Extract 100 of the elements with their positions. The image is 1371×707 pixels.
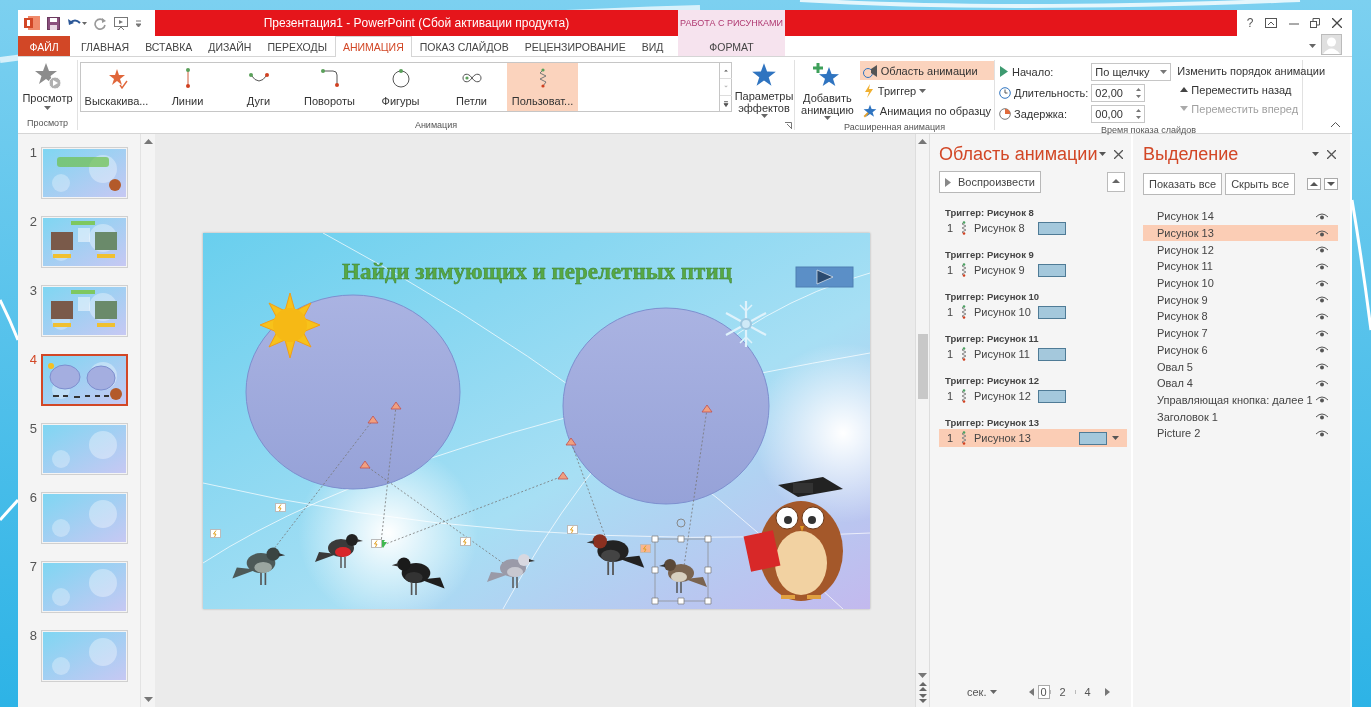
app-icon[interactable] (24, 16, 40, 30)
dialog-launcher-icon[interactable] (785, 122, 792, 129)
animation-effect[interactable]: Фигуры (365, 63, 436, 111)
animation-item[interactable]: 1 Рисунок 9 (939, 261, 1127, 279)
ribbon-display-icon[interactable] (1265, 18, 1278, 28)
animation-item[interactable]: 1 Рисунок 12 (939, 387, 1127, 405)
save-icon[interactable] (47, 16, 60, 30)
animation-effect[interactable]: Пользоват... (507, 63, 578, 111)
eye-icon[interactable] (1316, 429, 1328, 437)
ribbon-tab[interactable]: АНИМАЦИЯ (334, 36, 412, 57)
add-animation-button[interactable]: Добавить анимацию (797, 60, 858, 122)
selection-item[interactable]: Рисунок 13 (1143, 224, 1338, 242)
bring-forward-icon[interactable] (1307, 178, 1321, 190)
selection-item[interactable]: Рисунок 12 (1143, 241, 1338, 259)
trigger-button[interactable]: Триггер (859, 81, 994, 100)
eye-icon[interactable] (1316, 396, 1328, 404)
spinner-icon[interactable] (1136, 86, 1142, 99)
animation-pane-button[interactable]: Область анимации (859, 61, 994, 80)
redo-icon[interactable] (94, 16, 107, 30)
ribbon-tab[interactable]: ПЕРЕХОДЫ (259, 36, 335, 56)
customize-icon[interactable] (136, 19, 141, 27)
next-slide-icon[interactable] (918, 694, 927, 703)
bird-drawing[interactable] (232, 547, 286, 586)
ribbon-tab[interactable]: ВИД (633, 36, 672, 56)
selection-item[interactable]: Рисунок 6 (1143, 341, 1338, 359)
ribbon-tab[interactable]: РЕЦЕНЗИРОВАНИЕ (516, 36, 634, 56)
eye-icon[interactable] (1316, 413, 1328, 421)
spinner-icon[interactable] (1136, 107, 1142, 120)
slideshow-icon[interactable] (114, 16, 129, 30)
selection-item[interactable]: Рисунок 11 (1143, 258, 1338, 275)
scroll-left-icon[interactable] (1028, 688, 1035, 696)
animation-effect[interactable]: Петли (436, 63, 507, 111)
animation-painter-button[interactable]: Анимация по образцу (859, 101, 994, 120)
selection-item[interactable]: Заголовок 1 (1143, 408, 1338, 425)
unit-dropdown[interactable]: сек. (967, 686, 997, 698)
eye-icon[interactable] (1316, 346, 1328, 354)
selection-item[interactable]: Овал 5 (1143, 358, 1338, 375)
play-button[interactable]: Воспроизвести (939, 171, 1041, 193)
move-earlier-button[interactable]: Переместить назад (1177, 80, 1329, 99)
owl-drawing[interactable] (743, 477, 843, 601)
ribbon-tab[interactable]: ФОРМАТ (678, 36, 785, 56)
ribbon-tab[interactable]: ФАЙЛ (18, 36, 70, 56)
send-backward-icon[interactable] (1324, 178, 1338, 190)
ribbon-tab[interactable]: ДИЗАЙН (200, 36, 260, 56)
bird-drawing[interactable] (586, 534, 645, 576)
selection-item[interactable]: Овал 4 (1143, 374, 1338, 392)
bird-drawing[interactable] (315, 534, 363, 569)
selection-item[interactable]: Рисунок 14 (1143, 208, 1338, 225)
previous-slide-icon[interactable] (918, 682, 927, 691)
preview-button[interactable]: Просмотр (20, 60, 75, 112)
hide-all-button[interactable]: Скрыть все (1225, 173, 1296, 195)
duration-field[interactable]: 02,00 (1091, 83, 1146, 102)
animation-item[interactable]: 1 Рисунок 13 (939, 429, 1127, 447)
eye-icon[interactable] (1316, 296, 1328, 304)
animation-effect[interactable]: Линии (152, 63, 223, 111)
selection-item[interactable]: Picture 2 (1143, 424, 1338, 442)
slide-thumbnail[interactable] (41, 354, 128, 406)
eye-icon[interactable] (1316, 312, 1328, 320)
selection-item[interactable]: Рисунок 9 (1143, 291, 1338, 309)
animation-item[interactable]: 1 Рисунок 11 (939, 345, 1127, 363)
move-up-icon[interactable] (1107, 172, 1125, 192)
close-icon[interactable] (1114, 149, 1123, 159)
ribbon-tab[interactable]: ВСТАВКА (137, 36, 201, 56)
bird-drawing[interactable] (391, 557, 445, 596)
scroll-up-icon[interactable] (918, 138, 927, 144)
scroll-down-icon[interactable] (918, 673, 927, 679)
delay-field[interactable]: 00,00 (1091, 104, 1146, 123)
close-icon[interactable] (1327, 149, 1336, 159)
scroll-up-icon[interactable] (143, 138, 153, 144)
next-button[interactable] (795, 266, 854, 288)
effect-options-button[interactable]: Параметры эффектов (734, 60, 794, 120)
ribbon-tab[interactable]: ПОКАЗ СЛАЙДОВ (411, 36, 517, 56)
eye-icon[interactable] (1316, 379, 1328, 387)
eye-icon[interactable] (1316, 246, 1328, 254)
animation-effect[interactable]: Повороты (294, 63, 365, 111)
selection-item[interactable]: Рисунок 7 (1143, 324, 1338, 342)
animation-effect[interactable]: Выскакива... (81, 63, 152, 111)
eye-icon[interactable] (1316, 279, 1328, 287)
show-all-button[interactable]: Показать все (1143, 173, 1223, 195)
close-icon[interactable] (1332, 18, 1343, 28)
start-dropdown[interactable]: По щелчку (1091, 62, 1172, 81)
selection-item[interactable]: Рисунок 10 (1143, 274, 1338, 292)
animation-effect[interactable]: Дуги (223, 63, 294, 111)
collapse-ribbon-icon[interactable] (1331, 122, 1340, 127)
scroll-down-icon[interactable] (143, 697, 153, 703)
help-button[interactable]: ? (1246, 16, 1254, 30)
eye-icon[interactable] (1316, 363, 1328, 371)
eye-icon[interactable] (1316, 262, 1328, 270)
selection-item[interactable]: Управляющая кнопка: далее 1 (1143, 391, 1338, 409)
scrollbar-thumb[interactable] (917, 334, 928, 399)
selection-handles[interactable] (651, 518, 712, 605)
scroll-right-icon[interactable] (1104, 688, 1111, 696)
restore-icon[interactable] (1310, 18, 1321, 28)
animation-item[interactable]: 1 Рисунок 10 (939, 303, 1127, 321)
eye-icon[interactable] (1316, 212, 1328, 220)
eye-icon[interactable] (1316, 329, 1328, 337)
selection-item[interactable]: Рисунок 8 (1143, 308, 1338, 325)
animation-item[interactable]: 1 Рисунок 8 (939, 219, 1127, 237)
eye-icon[interactable] (1316, 229, 1328, 237)
ribbon-tab[interactable]: ГЛАВНАЯ (73, 36, 138, 56)
